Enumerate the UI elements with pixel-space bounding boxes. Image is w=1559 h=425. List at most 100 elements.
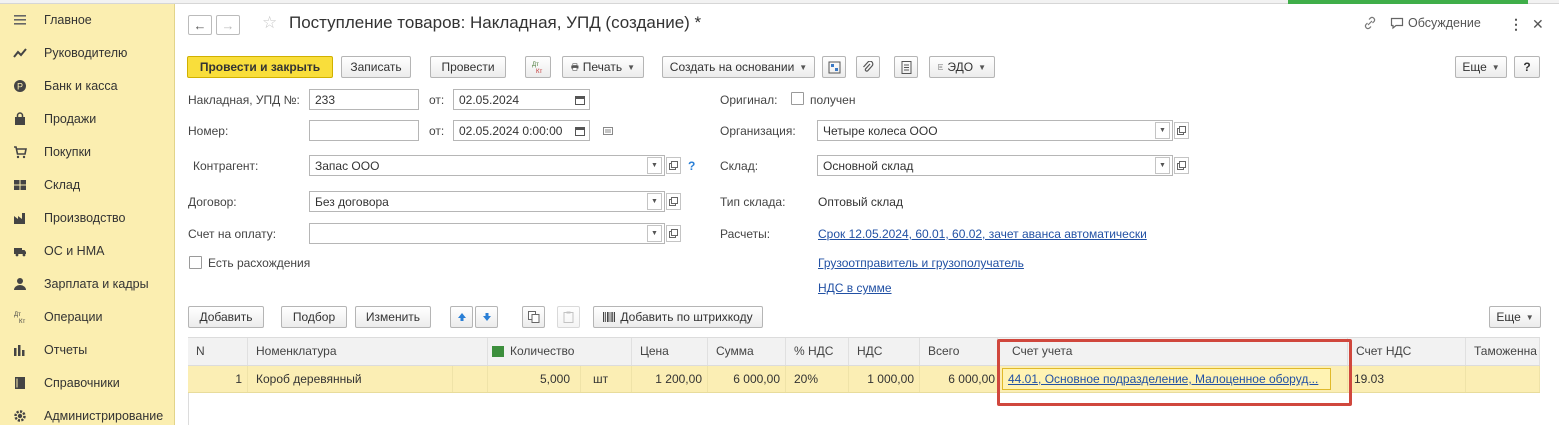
column-header-vat-rate[interactable]: % НДС: [786, 338, 849, 365]
forward-button[interactable]: →: [216, 15, 240, 35]
sidebar-item-manager[interactable]: Руководителю: [0, 39, 175, 67]
sidebar-item-directories[interactable]: Справочники: [0, 369, 175, 397]
attach-button[interactable]: [856, 56, 880, 78]
post-button[interactable]: Провести: [430, 56, 506, 78]
original-received-checkbox[interactable]: [791, 92, 804, 105]
open-icon[interactable]: [1174, 157, 1189, 174]
contract-field[interactable]: Без договора: [309, 191, 665, 212]
sidebar-item-bank[interactable]: Р Банк и касса: [0, 72, 175, 100]
print-button[interactable]: Печать ▼: [562, 56, 644, 78]
more-button[interactable]: Еще ▼: [1455, 56, 1507, 78]
select-button[interactable]: Подбор: [281, 306, 347, 328]
chevron-down-icon[interactable]: ▼: [647, 225, 662, 242]
cell-quantity[interactable]: 5,000: [488, 366, 581, 392]
cell-unit[interactable]: шт: [581, 366, 632, 392]
book-icon: [10, 375, 30, 391]
settlements-link[interactable]: Срок 12.05.2024, 60.01, 60.02, зачет ава…: [818, 227, 1147, 241]
open-icon[interactable]: [666, 157, 681, 174]
move-down-button[interactable]: [475, 306, 498, 328]
open-icon[interactable]: [1174, 122, 1189, 139]
warehouse-type-label: Тип склада:: [720, 195, 786, 209]
column-header-total[interactable]: Всего: [920, 338, 998, 365]
warehouse-field[interactable]: Основной склад: [817, 155, 1173, 176]
favorite-star-icon[interactable]: ☆: [262, 13, 277, 33]
back-button[interactable]: ←: [188, 15, 212, 35]
sidebar-item-warehouse[interactable]: Склад: [0, 171, 175, 199]
cell-vat-account[interactable]: 19.03: [1348, 366, 1466, 392]
dt-kt-button[interactable]: Дт Кт: [525, 56, 551, 78]
copy-button[interactable]: [522, 306, 545, 328]
organization-field[interactable]: Четыре колеса ООО: [817, 120, 1173, 141]
sidebar-item-salary[interactable]: Зарплата и кадры: [0, 270, 175, 298]
counterparty-field[interactable]: Запас ООО: [309, 155, 665, 176]
cell-account-wrap[interactable]: 44.01, Основное подразделение, Малоценно…: [998, 366, 1348, 392]
sidebar-item-purchases[interactable]: Покупки: [0, 138, 175, 166]
cell-customs[interactable]: [1466, 366, 1540, 392]
add-by-barcode-button[interactable]: Добавить по штрихкоду: [593, 306, 763, 328]
paste-button[interactable]: [557, 306, 580, 328]
move-up-button[interactable]: [450, 306, 473, 328]
number-date-field[interactable]: 02.05.2024 0:00:00: [453, 120, 590, 141]
help-icon[interactable]: ?: [688, 159, 695, 173]
cell-account[interactable]: 44.01, Основное подразделение, Малоценно…: [1002, 368, 1331, 390]
cell-n[interactable]: 1: [188, 366, 248, 392]
help-button[interactable]: ?: [1514, 56, 1540, 78]
chevron-down-icon[interactable]: ▼: [647, 193, 662, 210]
calendar-icon[interactable]: [572, 91, 587, 108]
column-header-price[interactable]: Цена: [632, 338, 708, 365]
edo-button[interactable]: ЭДО ▼: [929, 56, 995, 78]
table-more-button[interactable]: Еще ▼: [1489, 306, 1541, 328]
save-button[interactable]: Записать: [341, 56, 411, 78]
link-icon[interactable]: [1363, 16, 1377, 30]
table-row[interactable]: 1 Короб деревянный 5,000 шт 1 200,00 6 0…: [188, 366, 1540, 393]
cell-total[interactable]: 6 000,00: [920, 366, 998, 392]
sidebar-item-reports[interactable]: Отчеты: [0, 336, 175, 364]
invoice-date-field[interactable]: 02.05.2024: [453, 89, 590, 110]
cell-sum[interactable]: 6 000,00: [708, 366, 786, 392]
chevron-down-icon[interactable]: ▼: [647, 157, 662, 174]
discussion-button[interactable]: Обсуждение: [1390, 16, 1481, 30]
chevron-down-icon[interactable]: ▼: [1155, 157, 1170, 174]
cell-vat-rate[interactable]: 20%: [786, 366, 849, 392]
column-header-account[interactable]: Счет учета: [998, 338, 1348, 365]
add-row-button[interactable]: Добавить: [188, 306, 264, 328]
number-field[interactable]: [309, 120, 419, 141]
list-icon[interactable]: [600, 122, 615, 139]
sidebar-item-main[interactable]: Главное: [0, 6, 175, 34]
cell-item-extra[interactable]: [453, 366, 488, 392]
chevron-down-icon: ▼: [627, 62, 635, 72]
cell-price[interactable]: 1 200,00: [632, 366, 708, 392]
create-based-on-button[interactable]: Создать на основании ▼: [662, 56, 815, 78]
sidebar-item-operations[interactable]: Дт Кт Операции: [0, 303, 175, 331]
column-header-sum[interactable]: Сумма: [708, 338, 786, 365]
document-button[interactable]: [894, 56, 918, 78]
sidebar-item-production[interactable]: Производство: [0, 204, 175, 232]
sidebar-item-admin[interactable]: Администрирование: [0, 402, 175, 425]
counterparty-label: Контрагент:: [193, 159, 259, 173]
column-header-quantity[interactable]: Количество: [488, 338, 632, 365]
sidebar-item-assets[interactable]: ОС и НМА: [0, 237, 175, 265]
column-header-vat-account[interactable]: Счет НДС: [1348, 338, 1466, 365]
structure-button[interactable]: [822, 56, 846, 78]
shipper-consignee-link[interactable]: Грузоотправитель и грузополучатель: [818, 256, 1024, 270]
payment-account-field[interactable]: [309, 223, 665, 244]
column-header-vat[interactable]: НДС: [849, 338, 920, 365]
discrepancies-checkbox[interactable]: [189, 256, 202, 269]
calendar-icon[interactable]: [572, 122, 587, 139]
column-header-n[interactable]: N: [188, 338, 248, 365]
column-header-customs[interactable]: Таможенна: [1466, 338, 1540, 365]
cell-vat[interactable]: 1 000,00: [849, 366, 920, 392]
more-menu-icon[interactable]: ⋮: [1509, 16, 1523, 33]
open-icon[interactable]: [666, 193, 681, 210]
table-settings-icon[interactable]: [492, 346, 504, 357]
cell-item[interactable]: Короб деревянный: [248, 366, 453, 392]
vat-in-sum-link[interactable]: НДС в сумме: [818, 281, 892, 295]
column-header-item[interactable]: Номенклатура: [248, 338, 488, 365]
invoice-number-field[interactable]: 233: [309, 89, 419, 110]
chevron-down-icon[interactable]: ▼: [1155, 122, 1170, 139]
sidebar-item-sales[interactable]: Продажи: [0, 105, 175, 133]
close-icon[interactable]: ✕: [1532, 16, 1544, 33]
post-and-close-button[interactable]: Провести и закрыть: [187, 56, 333, 78]
open-icon[interactable]: [666, 225, 681, 242]
edit-button[interactable]: Изменить: [355, 306, 431, 328]
